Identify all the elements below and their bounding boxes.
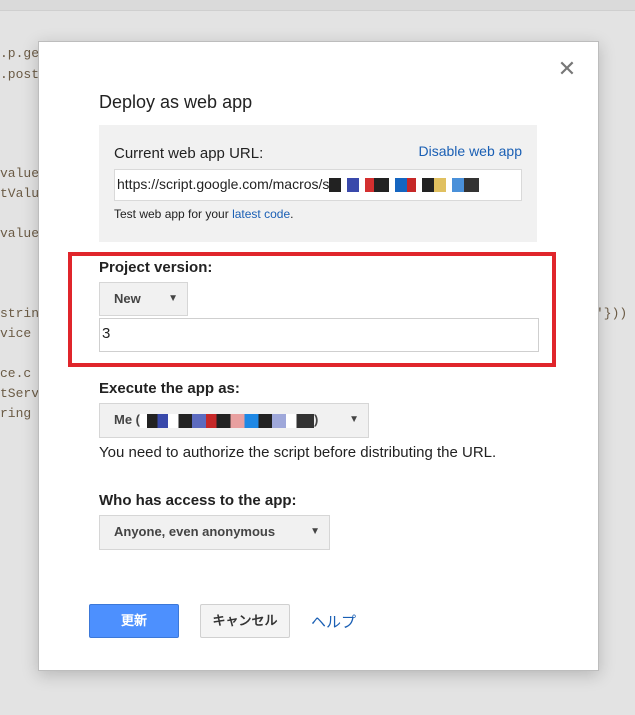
url-label: Current web app URL: — [114, 145, 264, 162]
deploy-dialog: ✕ Deploy as web app Current web app URL:… — [38, 41, 599, 671]
code-line: tServ — [0, 386, 40, 401]
dropdown-arrow-icon: ▼ — [168, 293, 178, 304]
redacted-url-segment — [329, 178, 480, 193]
web-app-url-field[interactable]: https://script.google.com/macros/s — [114, 169, 522, 201]
code-line: value — [0, 226, 40, 241]
code-line: ce.c — [0, 366, 32, 381]
access-select[interactable]: Anyone, even anonymous ▼ — [99, 515, 330, 550]
test-web-app-note: Test web app for your latest code. — [114, 207, 294, 221]
execute-as-select[interactable]: Me () ▼ — [99, 403, 369, 438]
version-description-input[interactable]: 3 — [99, 318, 539, 352]
latest-code-link[interactable]: latest code — [232, 207, 290, 221]
authorize-note: You need to authorize the script before … — [99, 444, 497, 461]
update-button[interactable]: 更新 — [89, 604, 179, 638]
code-line: value — [0, 166, 40, 181]
dialog-title: Deploy as web app — [99, 92, 253, 112]
close-icon[interactable]: ✕ — [555, 57, 579, 81]
disable-web-app-link[interactable]: Disable web app — [418, 143, 522, 159]
cancel-button[interactable]: キャンセル — [200, 604, 290, 638]
code-line: .post — [0, 67, 40, 82]
execute-as-label: Execute the app as: — [99, 380, 240, 397]
web-app-url-section: Current web app URL: Disable web app htt… — [99, 125, 537, 242]
url-text: https://script.google.com/macros/s — [117, 176, 330, 192]
code-line: tValu — [0, 186, 40, 201]
code-line: strin — [0, 306, 40, 321]
project-version-label: Project version: — [99, 259, 213, 276]
help-link[interactable]: ヘルプ — [311, 611, 356, 632]
code-line: ring — [0, 406, 32, 421]
dropdown-arrow-icon: ▼ — [349, 414, 359, 425]
access-label: Who has access to the app: — [99, 492, 297, 509]
code-line: vice — [0, 326, 32, 341]
redacted-account — [140, 413, 314, 428]
project-version-select[interactable]: New ▼ — [99, 282, 188, 316]
dropdown-arrow-icon: ▼ — [310, 526, 320, 537]
code-line: '})) — [596, 306, 628, 321]
